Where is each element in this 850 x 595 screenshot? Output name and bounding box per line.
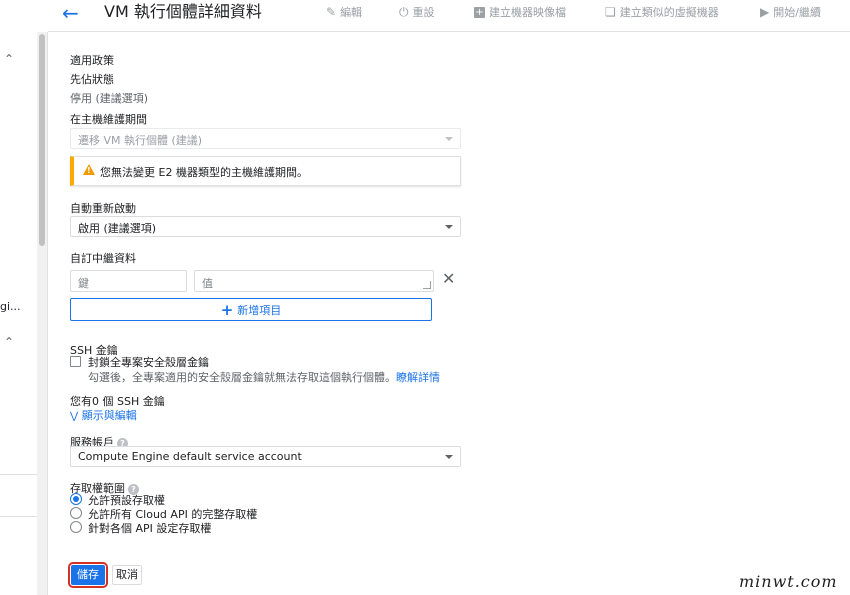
block-ssh-label: 封鎖全專案安全殼層金鑰: [88, 356, 209, 369]
copy-icon: ❏: [605, 5, 616, 19]
save-button[interactable]: 儲存: [68, 562, 108, 588]
key-placeholder: 鍵: [78, 277, 89, 290]
warning-text: 您無法變更 E2 機器類型的主機維護期間。: [100, 166, 308, 179]
reset-label: 重設: [412, 6, 435, 19]
vm-details-page: ← VM 執行個體詳細資料 ✎ 編輯 ⏻ 重設 + 建立機器映像檔 ❏ 建立類似…: [0, 0, 850, 595]
scope-option-custom: 針對各個 API 設定存取權: [88, 522, 212, 535]
metadata-value-input[interactable]: 值: [194, 270, 434, 292]
back-arrow-icon[interactable]: ←: [62, 1, 79, 25]
create-machine-image-button[interactable]: + 建立機器映像檔: [474, 4, 566, 20]
maintenance-warning: ! 您無法變更 E2 機器類型的主機維護期間。: [70, 156, 461, 186]
show-edit-label: 顯示與編輯: [81, 409, 137, 422]
scope-radio-default[interactable]: [70, 493, 82, 505]
restart-label: 自動重新啟動: [70, 202, 136, 215]
dropdown-arrow-icon: [445, 225, 453, 229]
maintenance-select: 遷移 VM 執行個體 (建議): [70, 128, 461, 149]
dropdown-arrow-icon: [445, 137, 453, 141]
watermark: minwt.com: [739, 572, 838, 591]
policy-heading: 適用政策: [70, 54, 114, 67]
preemptible-value: 停用 (建議選項): [70, 92, 149, 105]
restart-select[interactable]: 啟用 (建議選項): [70, 216, 461, 237]
preemptible-label: 先佔狀態: [70, 73, 114, 86]
plus-icon: +: [220, 300, 234, 319]
scope-radio-custom[interactable]: [70, 521, 82, 533]
chevron-double-down-icon: ⋁: [70, 411, 79, 422]
maintenance-label: 在主機維護期間: [70, 113, 147, 126]
add-box-icon: +: [474, 6, 485, 18]
value-placeholder: 值: [202, 277, 213, 290]
scope-radio-full[interactable]: [70, 507, 82, 519]
page-title: VM 執行個體詳細資料: [104, 2, 262, 21]
close-icon[interactable]: ✕: [442, 271, 455, 287]
restart-value: 啟用 (建議選項): [78, 222, 157, 235]
power-icon: ⏻: [399, 4, 409, 19]
create-similar-button[interactable]: ❏ 建立類似的虛擬機器: [605, 4, 719, 20]
edit-button[interactable]: ✎ 編輯: [326, 4, 362, 20]
learn-more-link[interactable]: 瞭解詳情: [396, 371, 440, 384]
block-ssh-checkbox[interactable]: [70, 356, 81, 367]
chevron-up-icon[interactable]: ⌃: [4, 52, 14, 66]
scrollbar-thumb[interactable]: [39, 34, 45, 246]
play-icon: ▶: [760, 5, 770, 19]
chevron-up-icon[interactable]: ⌃: [4, 335, 14, 349]
metadata-key-input[interactable]: 鍵: [70, 270, 187, 292]
maintenance-value: 遷移 VM 執行個體 (建議): [78, 134, 203, 147]
start-resume-label: 開始/繼續: [773, 6, 821, 19]
show-edit-toggle[interactable]: ⋁ 顯示與編輯: [70, 407, 137, 423]
left-nav-truncated-item[interactable]: gi...: [0, 300, 21, 313]
warning-icon: !: [83, 164, 95, 175]
service-account-value: Compute Engine default service account: [78, 450, 302, 463]
start-resume-button[interactable]: ▶ 開始/繼續: [760, 4, 821, 20]
page-header: ← VM 執行個體詳細資料 ✎ 編輯 ⏻ 重設 + 建立機器映像檔 ❏ 建立類似…: [48, 0, 850, 32]
metadata-label: 自訂中繼資料: [70, 252, 136, 265]
pencil-icon: ✎: [326, 5, 337, 19]
create-machine-image-label: 建立機器映像檔: [489, 6, 566, 19]
block-ssh-desc: 勾選後，全專案適用的安全殼層金鑰就無法存取這個執行個體。: [88, 371, 396, 384]
edit-label: 編輯: [340, 6, 363, 19]
cancel-button[interactable]: 取消: [112, 565, 142, 585]
dropdown-arrow-icon: [445, 455, 453, 459]
add-item-button[interactable]: + 新增項目: [70, 298, 432, 321]
reset-button[interactable]: ⏻ 重設: [399, 4, 435, 20]
footer-bar: [48, 552, 850, 595]
service-account-select[interactable]: Compute Engine default service account: [70, 446, 461, 467]
add-item-label: 新增項目: [237, 303, 282, 317]
resize-handle-icon[interactable]: [423, 281, 431, 289]
create-similar-label: 建立類似的虛擬機器: [619, 6, 719, 19]
